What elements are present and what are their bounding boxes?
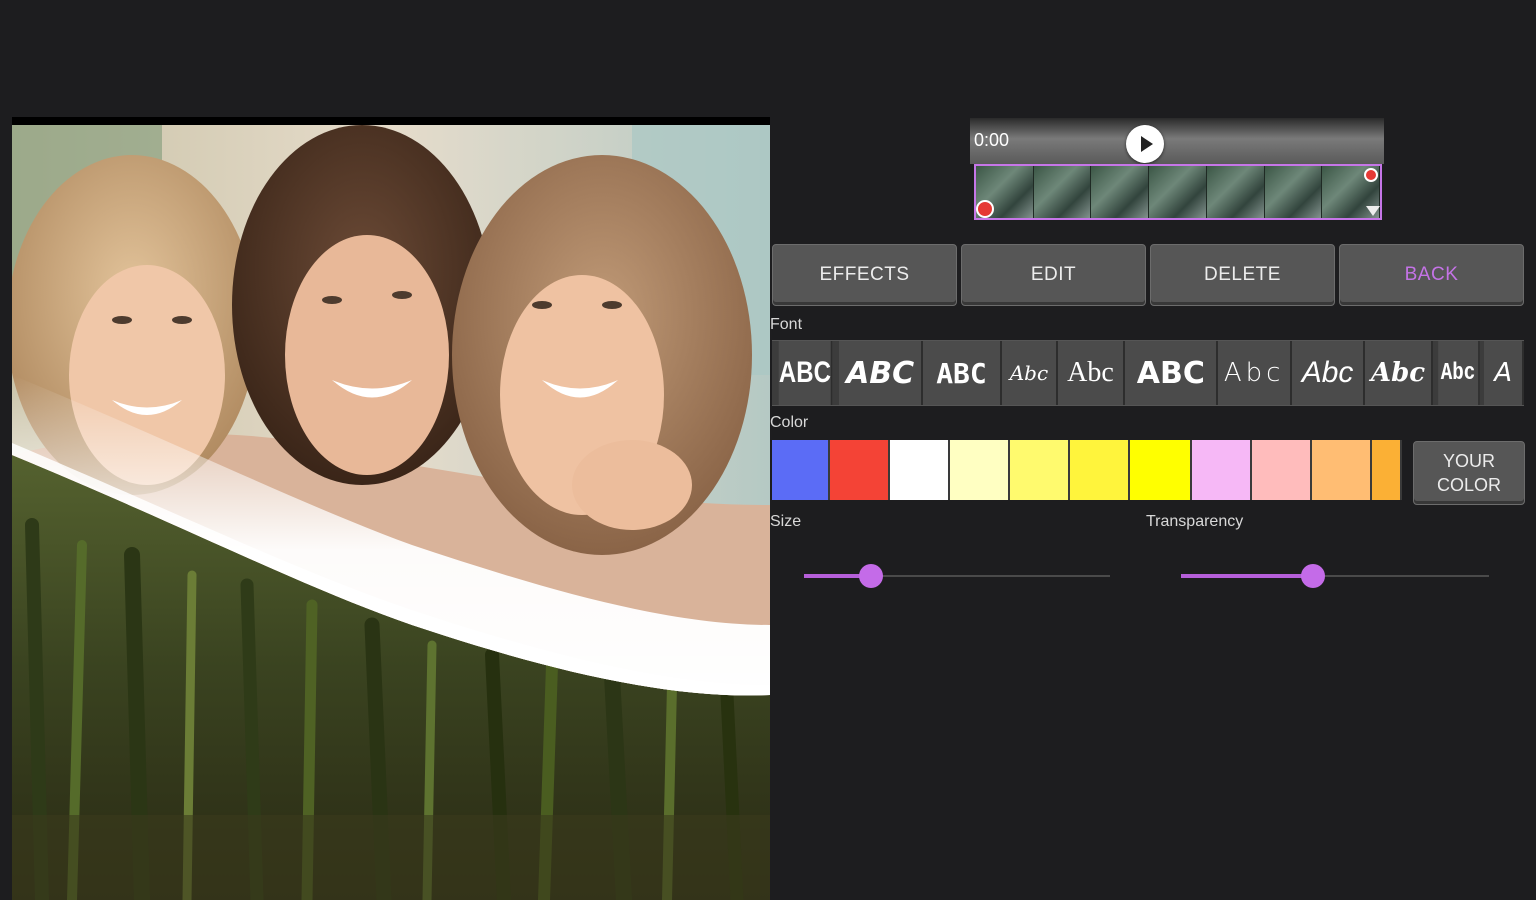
timeline-header <box>970 118 1384 164</box>
size-label: Size <box>770 513 802 530</box>
timeline-frame <box>1206 166 1265 218</box>
color-swatch[interactable] <box>1070 440 1130 500</box>
color-swatch[interactable] <box>890 440 950 500</box>
video-timeline[interactable]: 0:00 <box>970 118 1384 224</box>
slider-thumb[interactable] <box>1301 564 1326 588</box>
color-swatch[interactable] <box>830 440 890 500</box>
font-option[interactable]: ABC <box>922 341 1003 405</box>
color-swatch[interactable] <box>1192 440 1252 500</box>
size-slider[interactable] <box>804 564 1110 588</box>
your-color-button[interactable]: YOUR COLOR <box>1413 441 1525 505</box>
your-color-line1: YOUR <box>1442 451 1495 471</box>
font-option[interactable]: A <box>1484 341 1524 405</box>
timeline-frame <box>1091 166 1150 218</box>
playhead-marker-icon[interactable] <box>1366 206 1380 216</box>
transparency-slider[interactable] <box>1181 564 1489 588</box>
blended-photo <box>12 125 770 900</box>
back-button[interactable]: BACK <box>1339 244 1524 306</box>
your-color-line2: COLOR <box>1436 475 1501 495</box>
font-option[interactable]: Abc <box>1437 341 1480 405</box>
color-label: Color <box>770 414 809 431</box>
font-option[interactable]: Abc <box>1002 341 1058 405</box>
timeline-frame <box>1033 166 1092 218</box>
delete-button[interactable]: DELETE <box>1150 244 1335 306</box>
edit-button[interactable]: EDIT <box>961 244 1146 306</box>
color-swatch[interactable] <box>1130 440 1192 500</box>
timeline-frames[interactable] <box>974 164 1382 220</box>
font-option[interactable]: Abc <box>1057 341 1126 405</box>
color-picker[interactable] <box>772 440 1402 500</box>
color-swatch[interactable] <box>772 440 830 500</box>
font-option[interactable]: Abc <box>1291 341 1366 405</box>
timeline-time: 0:00 <box>974 130 1010 150</box>
transparency-label: Transparency <box>1146 513 1244 530</box>
timeline-frame <box>1149 166 1207 218</box>
play-icon[interactable] <box>1126 125 1164 163</box>
color-swatch[interactable] <box>1010 440 1070 500</box>
font-option[interactable]: Abc <box>1365 341 1433 405</box>
trim-start-handle-icon[interactable] <box>976 200 994 218</box>
font-option[interactable]: Abc <box>1218 341 1292 405</box>
font-label: Font <box>770 316 803 333</box>
color-swatch[interactable] <box>1312 440 1372 500</box>
trim-end-handle-icon[interactable] <box>1364 168 1378 182</box>
color-swatch[interactable] <box>1252 440 1312 500</box>
slider-fill <box>1181 574 1314 578</box>
preview-top-border <box>12 117 770 125</box>
photo-preview[interactable] <box>12 117 770 900</box>
timeline-frame <box>1264 166 1323 218</box>
effects-button[interactable]: EFFECTS <box>772 244 957 306</box>
slider-thumb[interactable] <box>859 564 884 588</box>
font-option[interactable]: ABC <box>1125 341 1219 405</box>
action-bar: EFFECTS EDIT DELETE BACK <box>772 244 1524 306</box>
font-option[interactable]: ABC <box>778 341 833 405</box>
font-option[interactable]: ABC <box>839 341 923 405</box>
color-swatch[interactable] <box>1372 440 1402 500</box>
color-swatch[interactable] <box>950 440 1010 500</box>
font-picker[interactable]: ABC ABC ABC Abc Abc ABC Abc Abc Abc Abc … <box>772 340 1524 406</box>
